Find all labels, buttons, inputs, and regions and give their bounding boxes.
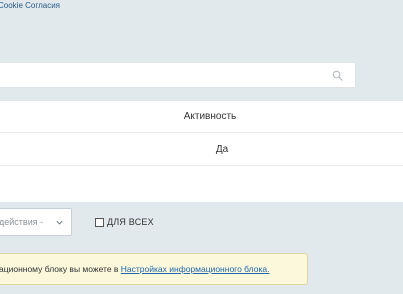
breadcrumb[interactable]: Cookie Согласия (0, 1, 60, 10)
actions-select[interactable]: действия - (0, 208, 72, 236)
chevron-down-icon (56, 220, 63, 225)
iblock-settings-link[interactable]: Настройках информационного блока. (121, 264, 270, 274)
table-cell-activity: Да (215, 144, 229, 155)
data-table: Активность Да (0, 101, 403, 202)
for-all-label[interactable]: ДЛЯ ВСЕХ (107, 217, 154, 227)
search-box (0, 62, 356, 88)
for-all-option: ДЛЯ ВСЕХ (95, 216, 154, 228)
page-root: Cookie Согласия Активность Да действия -… (0, 0, 403, 294)
table-header-row: Активность (0, 101, 403, 133)
search-input[interactable] (3, 66, 317, 86)
search-icon[interactable] (332, 70, 343, 81)
for-all-checkbox[interactable] (95, 217, 104, 227)
info-note-text: ационному блоку вы можете в Настройках и… (0, 264, 269, 274)
table-row[interactable]: Да (0, 133, 403, 166)
column-header-activity[interactable]: Активность (160, 111, 260, 122)
actions-select-label: действия - (0, 217, 44, 227)
info-note: ационному блоку вы можете в Настройках и… (0, 253, 308, 285)
info-note-text-body: ационному блоку вы можете в (0, 264, 121, 274)
